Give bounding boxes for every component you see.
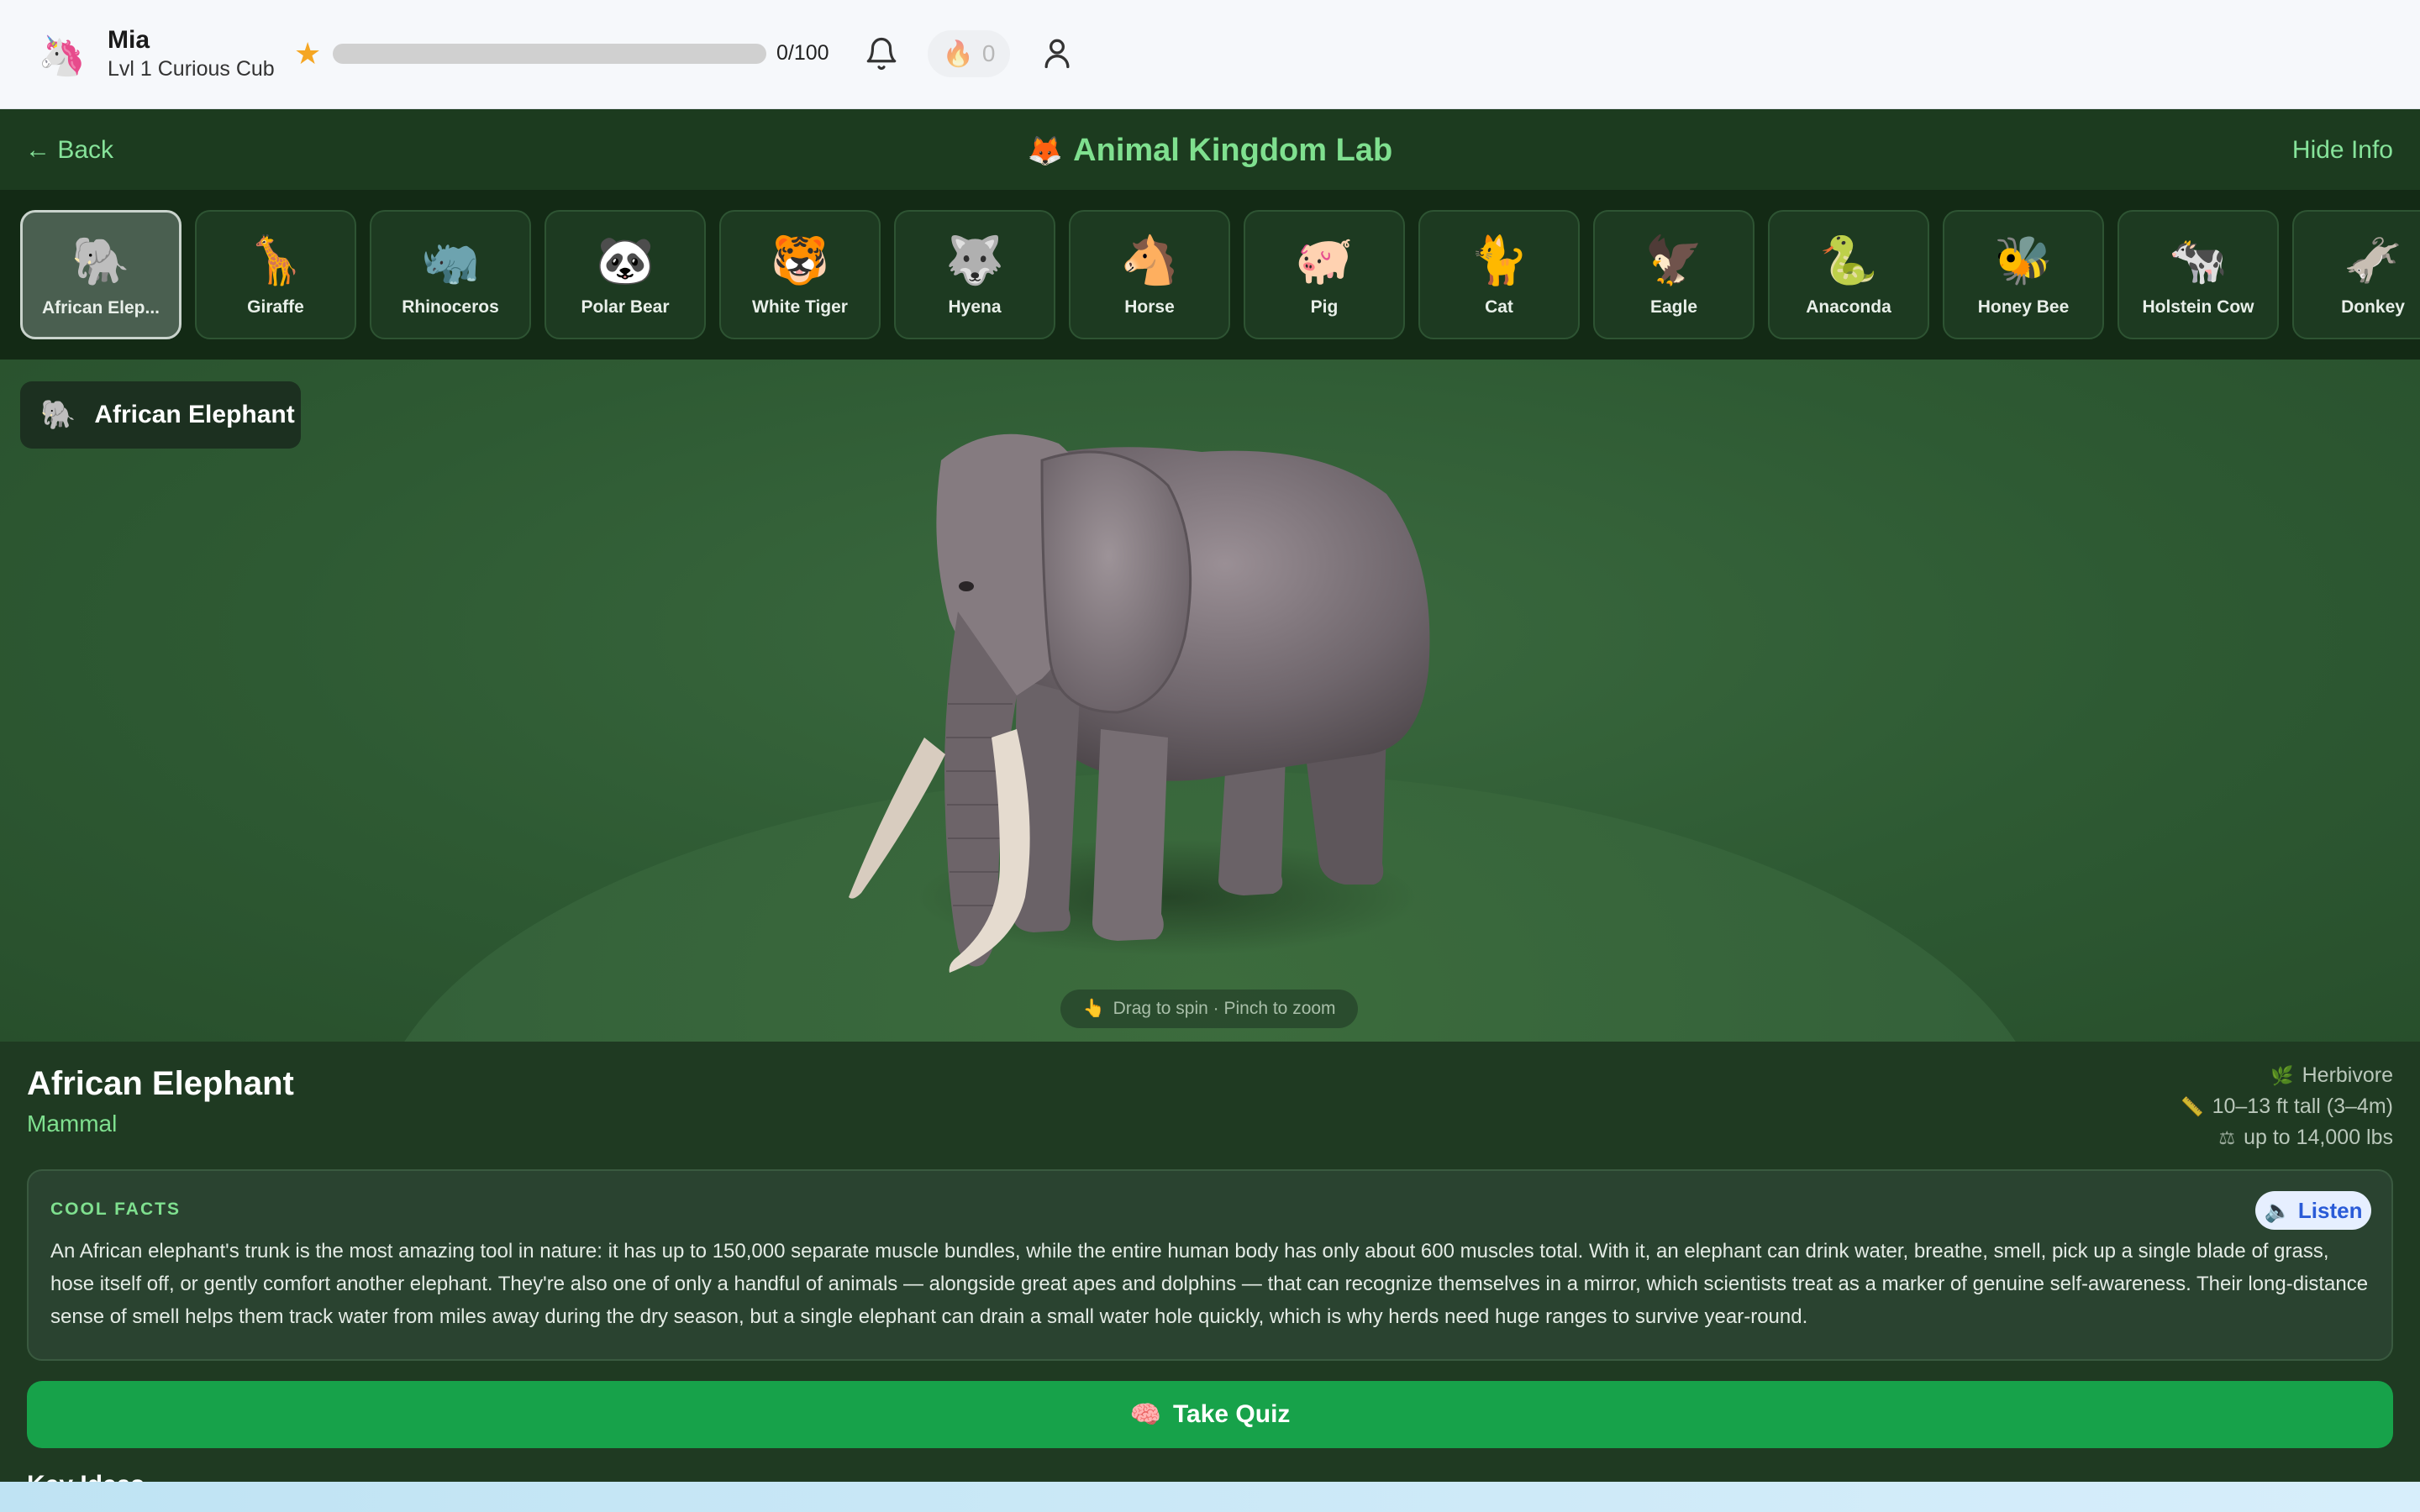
interaction-hint-text: Drag to spin · Pinch to zoom xyxy=(1113,999,1336,1018)
user-icon[interactable] xyxy=(1039,34,1076,72)
streak-count: 0 xyxy=(981,40,996,66)
take-quiz-label: Take Quiz xyxy=(1172,1400,1291,1428)
animal-icon: 🫏 xyxy=(2344,234,2402,286)
scale-icon: ⚖ xyxy=(2218,1127,2236,1148)
animal-icon: 🐈 xyxy=(1470,234,1528,286)
animal-icon: 🦅 xyxy=(1644,234,1703,286)
animal-tile-label: Honey Bee xyxy=(1977,297,2070,317)
elephant-icon: 🐘 xyxy=(40,399,76,431)
animal-tile-label: Holstein Cow xyxy=(2142,297,2254,317)
animal-tile[interactable]: 🐈 Cat xyxy=(1418,210,1580,339)
diet-stat: 🌿 Herbivore xyxy=(2181,1060,2393,1091)
bottom-bar xyxy=(0,1482,2420,1512)
animal-tile-label: Giraffe xyxy=(247,297,304,317)
animal-name: African Elephant xyxy=(27,1065,294,1102)
animal-tile-label: Anaconda xyxy=(1806,297,1891,317)
animal-selector: 🐘 African Elep... 🦒 Giraffe 🦏 Rhinoceros 🐼 Pola… xyxy=(0,190,2420,360)
info-panel: African Elephant Mammal 🌿 Herbivore 📏 10–1… xyxy=(0,1042,2420,1512)
animal-tile[interactable]: 🐝 Honey Bee xyxy=(1943,210,2104,339)
page-title: 🦊 Animal Kingdom Lab xyxy=(0,131,2420,171)
animal-tile-label: Polar Bear xyxy=(581,297,670,317)
animal-tile[interactable]: 🦏 Rhinoceros xyxy=(370,210,531,339)
animal-icon: 🐍 xyxy=(1819,234,1878,286)
animal-stats: 🌿 Herbivore 📏 10–13 ft tall (3–4m) ⚖ up to … xyxy=(2181,1060,2393,1153)
brain-icon: 🧠 xyxy=(1129,1400,1161,1429)
ruler-icon: 📏 xyxy=(2181,1096,2204,1117)
page-title-text: Animal Kingdom Lab xyxy=(1073,133,1393,168)
animal-tile-label: Hyena xyxy=(948,297,1002,317)
elephant-model[interactable] xyxy=(849,427,1487,981)
interaction-hint: 👆 Drag to spin · Pinch to zoom xyxy=(1060,990,1358,1028)
weight-stat: ⚖ up to 14,000 lbs xyxy=(2181,1122,2393,1153)
animal-icon: 🐴 xyxy=(1120,234,1179,286)
animal-tile[interactable]: 🐍 Anaconda xyxy=(1768,210,1929,339)
height-text: 10–13 ft tall (3–4m) xyxy=(2212,1095,2393,1118)
xp-progress-bar xyxy=(333,44,766,64)
user-name: Mia xyxy=(108,26,150,54)
animal-tile[interactable]: 🦒 Giraffe xyxy=(195,210,356,339)
model-viewer[interactable]: 🐘 African Elephant 👆 Drag to spin · Pinc… xyxy=(0,360,2420,1042)
animal-tile[interactable]: 🐯 White Tiger xyxy=(719,210,881,339)
animal-icon: 🐯 xyxy=(771,234,829,286)
current-animal-badge: 🐘 African Elephant xyxy=(20,381,301,449)
animal-icon: 🐖 xyxy=(1295,234,1354,286)
cool-facts-text: An African elephant's trunk is the most … xyxy=(50,1240,2369,1328)
animal-tile-label: Eagle xyxy=(1649,297,1698,317)
fox-icon: 🦊 xyxy=(1027,135,1064,167)
cool-facts-card: COOL FACTS 🔈 Listen An African elephant'… xyxy=(27,1169,2393,1361)
animal-tile[interactable]: 🐴 Horse xyxy=(1069,210,1230,339)
animal-tile[interactable]: 🫏 Donkey xyxy=(2292,210,2420,339)
leaf-icon: 🌿 xyxy=(2270,1065,2294,1086)
streak-badge[interactable]: 🔥 0 xyxy=(928,30,1010,77)
user-level: Lvl 1 Curious Cub xyxy=(108,57,275,81)
animal-tile-label: Horse xyxy=(1124,297,1175,317)
current-animal-label: African Elephant xyxy=(94,401,295,428)
xp-progress-text: 0/100 xyxy=(776,41,829,65)
hide-info-button[interactable]: Hide Info xyxy=(2292,134,2393,166)
animal-tile-label: Cat xyxy=(1485,297,1513,317)
animal-tile[interactable]: 🦅 Eagle xyxy=(1593,210,1754,339)
animal-icon: 🐘 xyxy=(71,234,130,287)
animal-tile-label: Rhinoceros xyxy=(402,297,499,317)
animal-tile[interactable]: 🐖 Pig xyxy=(1244,210,1405,339)
flame-icon: 🔥 xyxy=(942,39,974,68)
animal-tile[interactable]: 🐘 African Elep... xyxy=(20,210,182,339)
star-icon: ★ xyxy=(294,36,322,71)
height-stat: 📏 10–13 ft tall (3–4m) xyxy=(2181,1091,2393,1122)
speaker-icon: 🔈 xyxy=(2264,1197,2291,1223)
animal-tile-label: African Elep... xyxy=(41,298,160,318)
animal-icon: 🐼 xyxy=(596,234,655,286)
diet-text: Herbivore xyxy=(2302,1063,2393,1087)
animal-icon: 🐝 xyxy=(1994,234,2053,286)
bell-icon[interactable] xyxy=(864,35,899,72)
animal-tile[interactable]: 🐺 Hyena xyxy=(894,210,1055,339)
animal-icon: 🐺 xyxy=(945,234,1004,286)
top-bar: 🦄 Mia Lvl 1 Curious Cub ★ 0/100 🔥 0 xyxy=(0,0,2420,109)
animal-tile-label: White Tiger xyxy=(752,297,848,317)
hand-icon: 👆 xyxy=(1082,999,1105,1018)
cool-facts-title: COOL FACTS xyxy=(50,1200,181,1219)
listen-label: Listen xyxy=(2297,1197,2363,1223)
animal-tile[interactable]: 🐼 Polar Bear xyxy=(544,210,706,339)
take-quiz-button[interactable]: 🧠 Take Quiz xyxy=(27,1381,2393,1448)
animal-tile[interactable]: 🐄 Holstein Cow xyxy=(2118,210,2279,339)
lab-header: ← Back 🦊 Animal Kingdom Lab Hide Info xyxy=(0,109,2420,190)
animal-tile-label: Donkey xyxy=(2341,297,2405,317)
animal-icon: 🐄 xyxy=(2169,234,2228,286)
weight-text: up to 14,000 lbs xyxy=(2244,1126,2393,1149)
animal-class: Mammal xyxy=(27,1110,118,1137)
animal-icon: 🦒 xyxy=(246,234,305,286)
unicorn-icon[interactable]: 🦄 xyxy=(37,30,87,81)
animal-icon: 🦏 xyxy=(421,234,480,286)
animal-tile-label: Pig xyxy=(1310,297,1339,317)
listen-button[interactable]: 🔈 Listen xyxy=(2255,1191,2371,1230)
user-info: Mia Lvl 1 Curious Cub xyxy=(108,25,275,82)
